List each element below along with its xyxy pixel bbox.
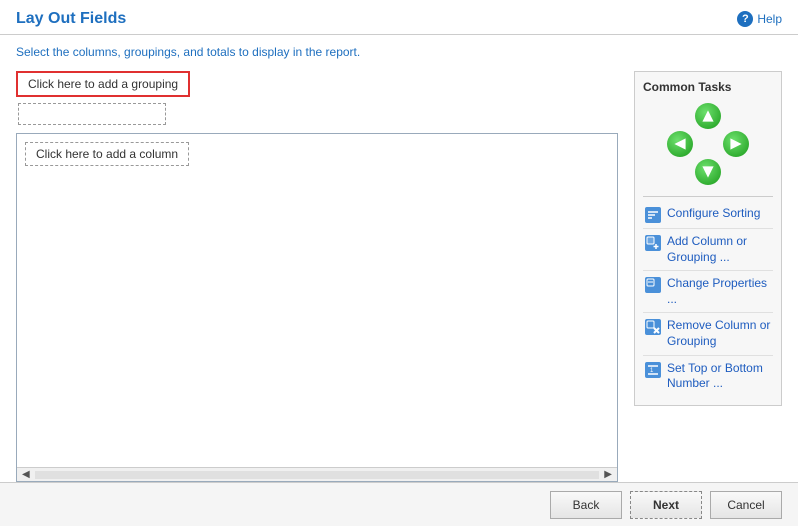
task-add-column-grouping-label: Add Column or Grouping ... bbox=[667, 234, 771, 265]
arrow-bottom-right-empty bbox=[723, 159, 749, 185]
subtitle: Select the columns, groupings, and total… bbox=[0, 35, 798, 67]
column-area: Click here to add a column ◀ ▶ bbox=[16, 133, 618, 482]
add-column-button[interactable]: Click here to add a column bbox=[25, 142, 189, 166]
task-configure-sorting-label: Configure Sorting bbox=[667, 206, 760, 222]
add-grouping-button[interactable]: Click here to add a grouping bbox=[16, 71, 190, 97]
footer: Back Next Cancel bbox=[0, 482, 798, 526]
task-set-top-bottom-label: Set Top or Bottom Number ... bbox=[667, 361, 771, 392]
arrow-top-left-empty bbox=[667, 103, 693, 129]
task-configure-sorting[interactable]: Configure Sorting bbox=[643, 201, 773, 229]
add-icon bbox=[645, 235, 661, 251]
arrow-top-right-empty bbox=[723, 103, 749, 129]
remove-icon bbox=[645, 319, 661, 335]
grouping-placeholder bbox=[18, 103, 166, 125]
arrow-center-empty bbox=[695, 131, 721, 157]
horizontal-scrollbar[interactable]: ◀ ▶ bbox=[17, 467, 617, 481]
task-remove-column-grouping[interactable]: Remove Column or Grouping bbox=[643, 313, 773, 355]
help-label: Help bbox=[757, 12, 782, 26]
task-change-properties-label: Change Properties ... bbox=[667, 276, 771, 307]
arrow-down-button[interactable] bbox=[695, 159, 721, 185]
common-tasks-panel: Common Tasks bbox=[634, 71, 782, 406]
task-remove-column-grouping-label: Remove Column or Grouping bbox=[667, 318, 771, 349]
subtitle-text-after: in the report. bbox=[290, 45, 361, 59]
task-divider-top bbox=[643, 196, 773, 197]
task-set-top-bottom[interactable]: 1 Set Top or Bottom Number ... bbox=[643, 356, 773, 397]
next-button[interactable]: Next bbox=[630, 491, 702, 519]
back-button[interactable]: Back bbox=[550, 491, 622, 519]
arrow-right-button[interactable] bbox=[723, 131, 749, 157]
subtitle-text-before: Select the columns, groupings, and total… bbox=[16, 45, 252, 59]
sort-icon bbox=[645, 207, 661, 223]
content-area: Click here to add a grouping Click here … bbox=[0, 67, 798, 482]
help-link[interactable]: ? Help bbox=[737, 11, 782, 27]
common-tasks-title: Common Tasks bbox=[643, 80, 773, 94]
help-icon: ? bbox=[737, 11, 753, 27]
header: Lay Out Fields ? Help bbox=[0, 0, 798, 35]
scroll-left-arrow[interactable]: ◀ bbox=[19, 469, 33, 480]
arrow-bottom-left-empty bbox=[667, 159, 693, 185]
arrow-grid bbox=[666, 102, 750, 186]
subtitle-highlight: display bbox=[252, 45, 289, 59]
properties-icon bbox=[645, 277, 661, 293]
arrow-left-button[interactable] bbox=[667, 131, 693, 157]
column-inner: Click here to add a column bbox=[17, 134, 617, 467]
grouping-area: Click here to add a grouping bbox=[16, 67, 618, 125]
sidebar: Common Tasks bbox=[634, 67, 782, 482]
page: Lay Out Fields ? Help Select the columns… bbox=[0, 0, 798, 526]
cancel-button[interactable]: Cancel bbox=[710, 491, 782, 519]
top-bottom-icon: 1 bbox=[645, 362, 661, 378]
task-add-column-grouping[interactable]: Add Column or Grouping ... bbox=[643, 229, 773, 271]
scroll-right-arrow[interactable]: ▶ bbox=[601, 469, 615, 480]
arrow-up-button[interactable] bbox=[695, 103, 721, 129]
page-title: Lay Out Fields bbox=[16, 10, 126, 28]
task-change-properties[interactable]: Change Properties ... bbox=[643, 271, 773, 313]
main-area: Click here to add a grouping Click here … bbox=[16, 67, 618, 482]
scroll-track[interactable] bbox=[35, 471, 600, 479]
